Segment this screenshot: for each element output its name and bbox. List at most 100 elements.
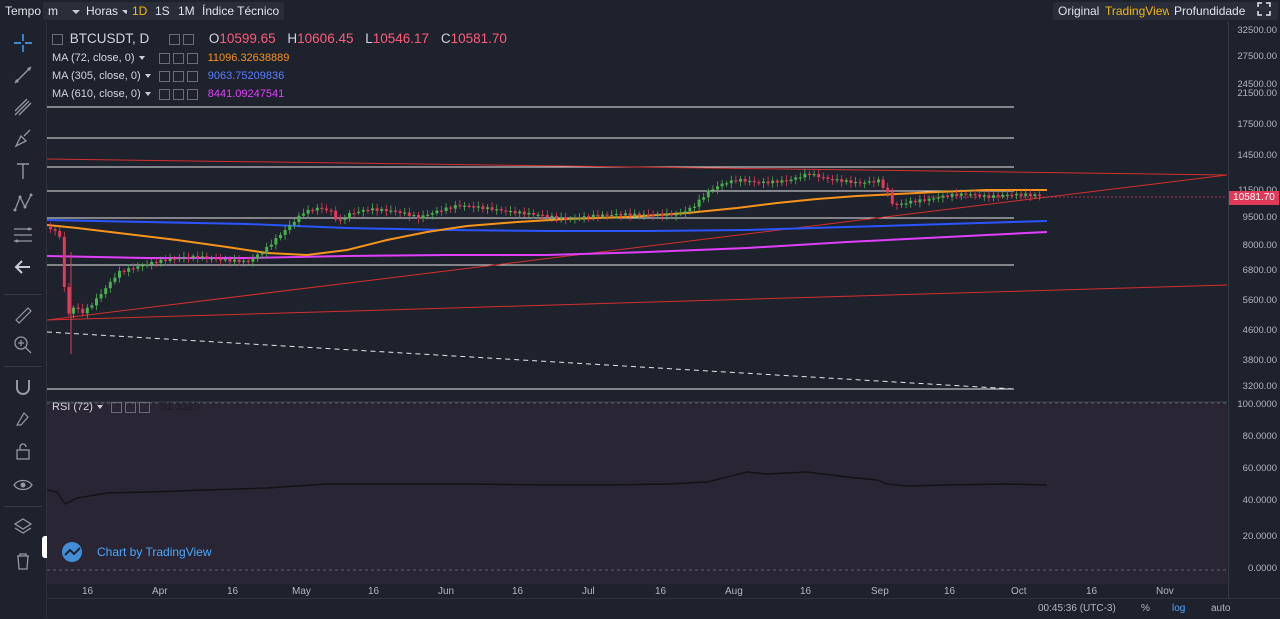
candle-body (762, 181, 765, 184)
candle-body (587, 216, 591, 218)
eye-icon[interactable] (172, 70, 184, 82)
candle-body (458, 205, 462, 207)
candle-body (969, 194, 972, 196)
interval-1d-button[interactable]: 1D (127, 2, 153, 20)
eye-icon[interactable] (172, 52, 184, 64)
layers-icon[interactable] (12, 516, 34, 538)
time-axis-label: Aug (725, 586, 743, 597)
chevron-down-icon (96, 405, 103, 409)
close-icon[interactable] (186, 52, 198, 64)
candle-body (978, 194, 982, 197)
close-icon[interactable] (186, 70, 198, 82)
candle-body (292, 222, 296, 226)
candle-body (518, 211, 522, 214)
candle-body (614, 213, 618, 216)
pattern-icon[interactable] (12, 192, 34, 214)
interval-1m-button[interactable]: 1M (173, 2, 200, 20)
settings-icon[interactable] (110, 401, 122, 413)
ma610-legend[interactable]: MA (610, close, 0) 8441.09247541 (52, 88, 284, 100)
candle-body (702, 197, 706, 200)
candle-body (568, 218, 572, 220)
candle-body (812, 174, 816, 176)
trend-line-icon[interactable] (12, 64, 34, 86)
back-arrow-icon[interactable] (12, 256, 34, 278)
rsi-label: RSI (72) (52, 401, 93, 413)
ma305-legend[interactable]: MA (305, close, 0) 9063.75209836 (52, 70, 284, 82)
brush-icon[interactable] (12, 128, 34, 150)
candle-body (191, 255, 195, 259)
view-original-tab[interactable]: Original (1053, 2, 1105, 20)
candle-body (633, 213, 637, 216)
view-depth-tab[interactable]: Profundidade (1169, 2, 1251, 20)
settings-icon[interactable] (169, 33, 181, 45)
percent-scale-button[interactable]: % (1141, 603, 1150, 614)
candle-body (973, 194, 977, 196)
candle-body (136, 266, 140, 269)
legend-toggle-icon[interactable] (52, 33, 63, 45)
candle-body (357, 211, 361, 214)
lock-icon[interactable] (12, 440, 34, 462)
candle-body (504, 210, 508, 212)
candle-body (99, 294, 103, 299)
settings-icon[interactable] (158, 88, 170, 100)
symbol-legend: BTCUSDT, D O10599.65 H10606.45 L10546.17… (52, 31, 507, 46)
rsi-legend[interactable]: RSI (72) 51.3329 (52, 401, 200, 413)
candle-body (62, 236, 66, 287)
pitchfork-icon[interactable] (12, 96, 34, 118)
candle-body (628, 213, 632, 216)
eye-icon[interactable] (172, 88, 184, 100)
interval-1s-button[interactable]: 1S (150, 2, 175, 20)
view-tradingview-tab[interactable]: TradingView (1100, 2, 1177, 20)
text-tool-icon[interactable] (12, 160, 34, 182)
stay-drawing-icon[interactable] (12, 408, 34, 430)
auto-scale-button[interactable]: auto (1211, 603, 1230, 614)
price-axis-label: 4600.00 (1242, 325, 1277, 336)
fullscreen-icon[interactable] (1250, 2, 1278, 20)
settings-icon[interactable] (158, 52, 170, 64)
candle-body (872, 181, 876, 183)
magnet-icon[interactable] (12, 376, 34, 398)
candle-body (624, 213, 627, 216)
trash-icon[interactable] (12, 550, 34, 572)
candle-body (361, 209, 365, 212)
candle-body (688, 207, 692, 212)
rsi-axis-label: 0.0000 (1247, 563, 1277, 574)
ma72-legend[interactable]: MA (72, close, 0) 11096.32638889 (52, 52, 289, 64)
candle-body (486, 207, 489, 210)
candle-body (679, 213, 683, 215)
candle-body (1033, 194, 1037, 197)
candle-body (237, 259, 241, 262)
candle-body (596, 214, 600, 217)
candle-body (955, 193, 959, 196)
price-chart[interactable]: Chart by TradingView (47, 22, 1227, 598)
eye-icon[interactable] (124, 401, 136, 413)
price-axis[interactable]: 32500.00 27500.00 24500.00 21500.00 17500.00… (1228, 22, 1280, 598)
ruler-icon[interactable] (12, 304, 34, 326)
candle-body (798, 177, 802, 179)
candle-body (279, 234, 282, 239)
time-axis-label: 16 (227, 586, 239, 597)
close-icon[interactable] (138, 401, 150, 413)
zoom-in-icon[interactable] (12, 334, 34, 356)
low-value: 10546.17 (372, 31, 430, 46)
crosshair-icon[interactable] (12, 32, 34, 54)
settings-icon[interactable] (158, 70, 170, 82)
candle-body (1010, 194, 1014, 196)
candle-body (545, 215, 549, 218)
candle-body (637, 213, 641, 216)
interval-select[interactable]: m (43, 2, 83, 20)
indicators-button[interactable]: Índice Técnico (197, 2, 285, 20)
candle-body (821, 177, 825, 179)
close-icon[interactable] (186, 88, 198, 100)
candle-body (573, 218, 577, 220)
log-scale-button[interactable]: log (1172, 603, 1185, 614)
candle-body (1001, 194, 1005, 197)
candle-body (288, 225, 292, 230)
ma72-label: MA (72, close, 0) (52, 52, 135, 64)
eye-icon[interactable] (183, 33, 195, 45)
eye-icon[interactable] (12, 474, 34, 496)
candle-body (164, 259, 167, 261)
candle-body (757, 182, 761, 184)
fib-retracement-icon[interactable] (12, 224, 34, 246)
candle-body (996, 195, 1000, 197)
